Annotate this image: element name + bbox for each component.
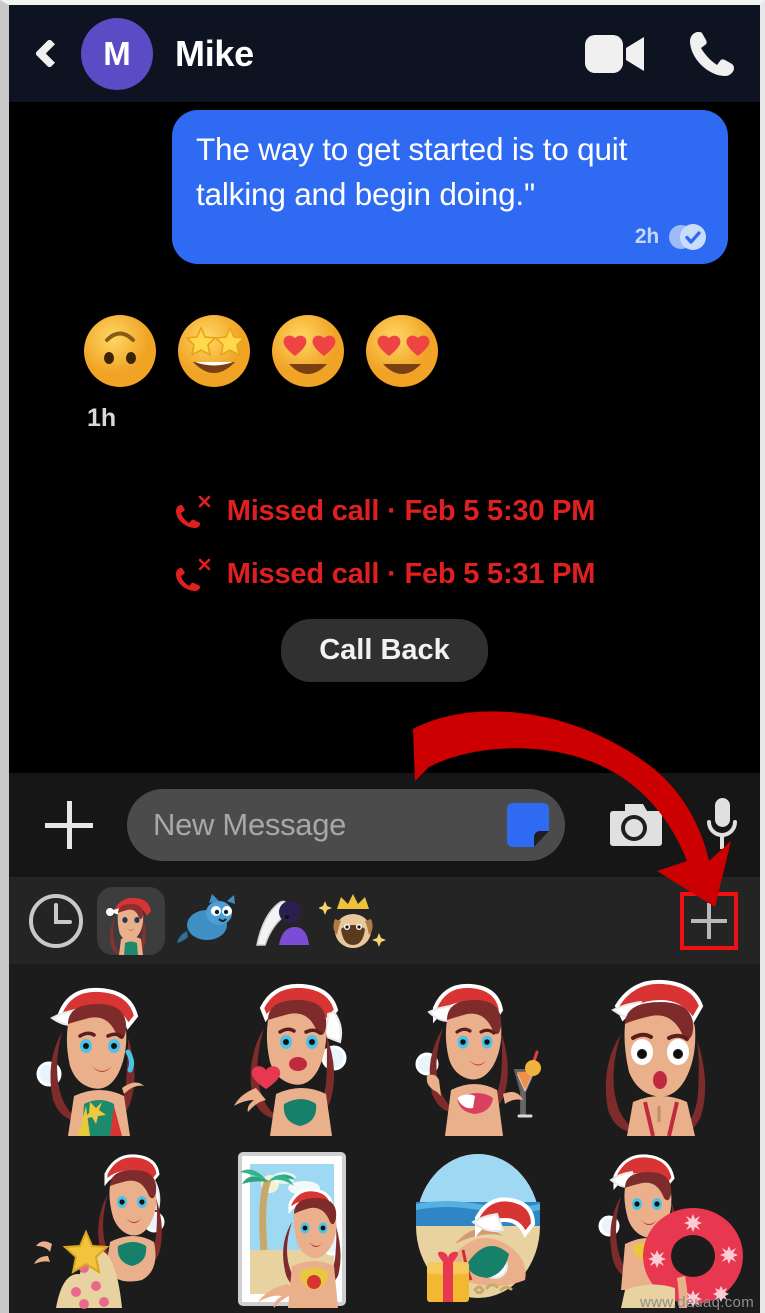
microphone-button[interactable]: [705, 797, 739, 853]
sticker-pack-tab-santa-girl[interactable]: [97, 886, 165, 955]
page-title: Mike: [175, 32, 254, 74]
reaction-emoji-row: [9, 264, 760, 390]
heart-eyes-emoji-2[interactable]: [363, 312, 441, 390]
phone-icon: [690, 31, 734, 76]
message-text: The way to get started is to quit talkin…: [196, 131, 628, 212]
camera-button[interactable]: [605, 802, 663, 848]
missed-call-icon: [175, 558, 211, 592]
missed-call-icon: [175, 495, 211, 529]
missed-call-event-1: Missed call · Feb 5 5:30 PM: [9, 495, 760, 529]
santa-girl-beach-frame-sticker: [237, 1152, 346, 1308]
call-back-button[interactable]: Call Back: [281, 619, 488, 683]
message-row-outgoing: The way to get started is to quit talkin…: [9, 102, 760, 265]
sticker-pack-tab-bar: [9, 877, 760, 964]
santa-girl-gift-beach-sticker: [416, 1154, 541, 1302]
star-struck-emoji[interactable]: [175, 312, 253, 390]
message-composer-bar: New Message: [9, 773, 760, 877]
santa-girl-pack-icon: [106, 897, 151, 955]
sticker-grid: [9, 964, 760, 1313]
santa-girl-blow-kiss-sticker: [233, 983, 347, 1136]
santa-girl-surprised-sticker: [605, 979, 706, 1136]
king-pug-pack-icon: [319, 893, 386, 948]
avatar-initial: M: [103, 34, 131, 72]
santa-girl-sandcastle-sticker: [33, 1154, 165, 1309]
sticker-item-1[interactable]: [18, 966, 188, 1136]
missed-call-event-2: Missed call · Feb 5 5:31 PM: [9, 558, 760, 592]
seen-double-check-icon: [669, 224, 706, 251]
blue-cat-pack-icon: [177, 893, 235, 943]
conversation-area: The way to get started is to quit talkin…: [9, 102, 760, 773]
santa-girl-cocktail-sticker: [415, 983, 542, 1136]
sticker-item-3[interactable]: [393, 966, 563, 1136]
santa-girl-wink-sticker: [36, 987, 144, 1136]
sticker-pack-tab-blue-cat[interactable]: [171, 887, 239, 955]
call-back-row: Call Back: [9, 619, 760, 683]
avatar[interactable]: M: [81, 17, 153, 90]
message-meta: 2h: [196, 222, 706, 252]
back-chevron-icon: [34, 38, 64, 69]
sticker-item-4[interactable]: [581, 966, 751, 1136]
chat-header: M Mike: [9, 5, 760, 102]
missed-call-label: Missed call · Feb 5 5:30 PM: [226, 495, 596, 528]
upside-down-face-emoji[interactable]: [81, 312, 159, 390]
sticker-pack-tab-king-pug[interactable]: [319, 887, 387, 955]
sticker-icon[interactable]: [505, 801, 551, 849]
add-attachment-button[interactable]: [43, 799, 95, 851]
sticker-pack-tab-facepalm[interactable]: [245, 887, 313, 955]
sticker-item-7[interactable]: [393, 1140, 563, 1310]
watermark: www.deuaq.com: [640, 1294, 754, 1311]
missed-call-label: Missed call · Feb 5 5:31 PM: [226, 558, 596, 591]
facepalm-pack-icon: [256, 900, 309, 946]
message-timestamp: 2h: [634, 225, 659, 249]
back-button[interactable]: [23, 26, 69, 82]
message-input-field[interactable]: New Message: [127, 789, 565, 861]
phone-screen: M Mike The way to get started is to quit…: [0, 0, 765, 1313]
recent-stickers-tab[interactable]: [27, 892, 85, 950]
heart-eyes-emoji-1[interactable]: [269, 312, 347, 390]
sticker-item-5[interactable]: [18, 1140, 188, 1310]
sticker-item-6[interactable]: [206, 1140, 376, 1310]
message-input-placeholder: New Message: [153, 807, 347, 842]
video-camera-icon: [585, 34, 644, 73]
sticker-item-8[interactable]: [581, 1140, 751, 1310]
add-sticker-pack-button[interactable]: [680, 891, 738, 950]
santa-girl-float-ring-sticker: [598, 1154, 744, 1308]
reaction-timestamp: 1h: [87, 404, 117, 433]
sticker-item-2[interactable]: [206, 966, 376, 1136]
voice-call-button[interactable]: [686, 28, 738, 80]
outgoing-message-bubble[interactable]: The way to get started is to quit talkin…: [172, 110, 728, 265]
video-call-button[interactable]: [584, 28, 646, 80]
